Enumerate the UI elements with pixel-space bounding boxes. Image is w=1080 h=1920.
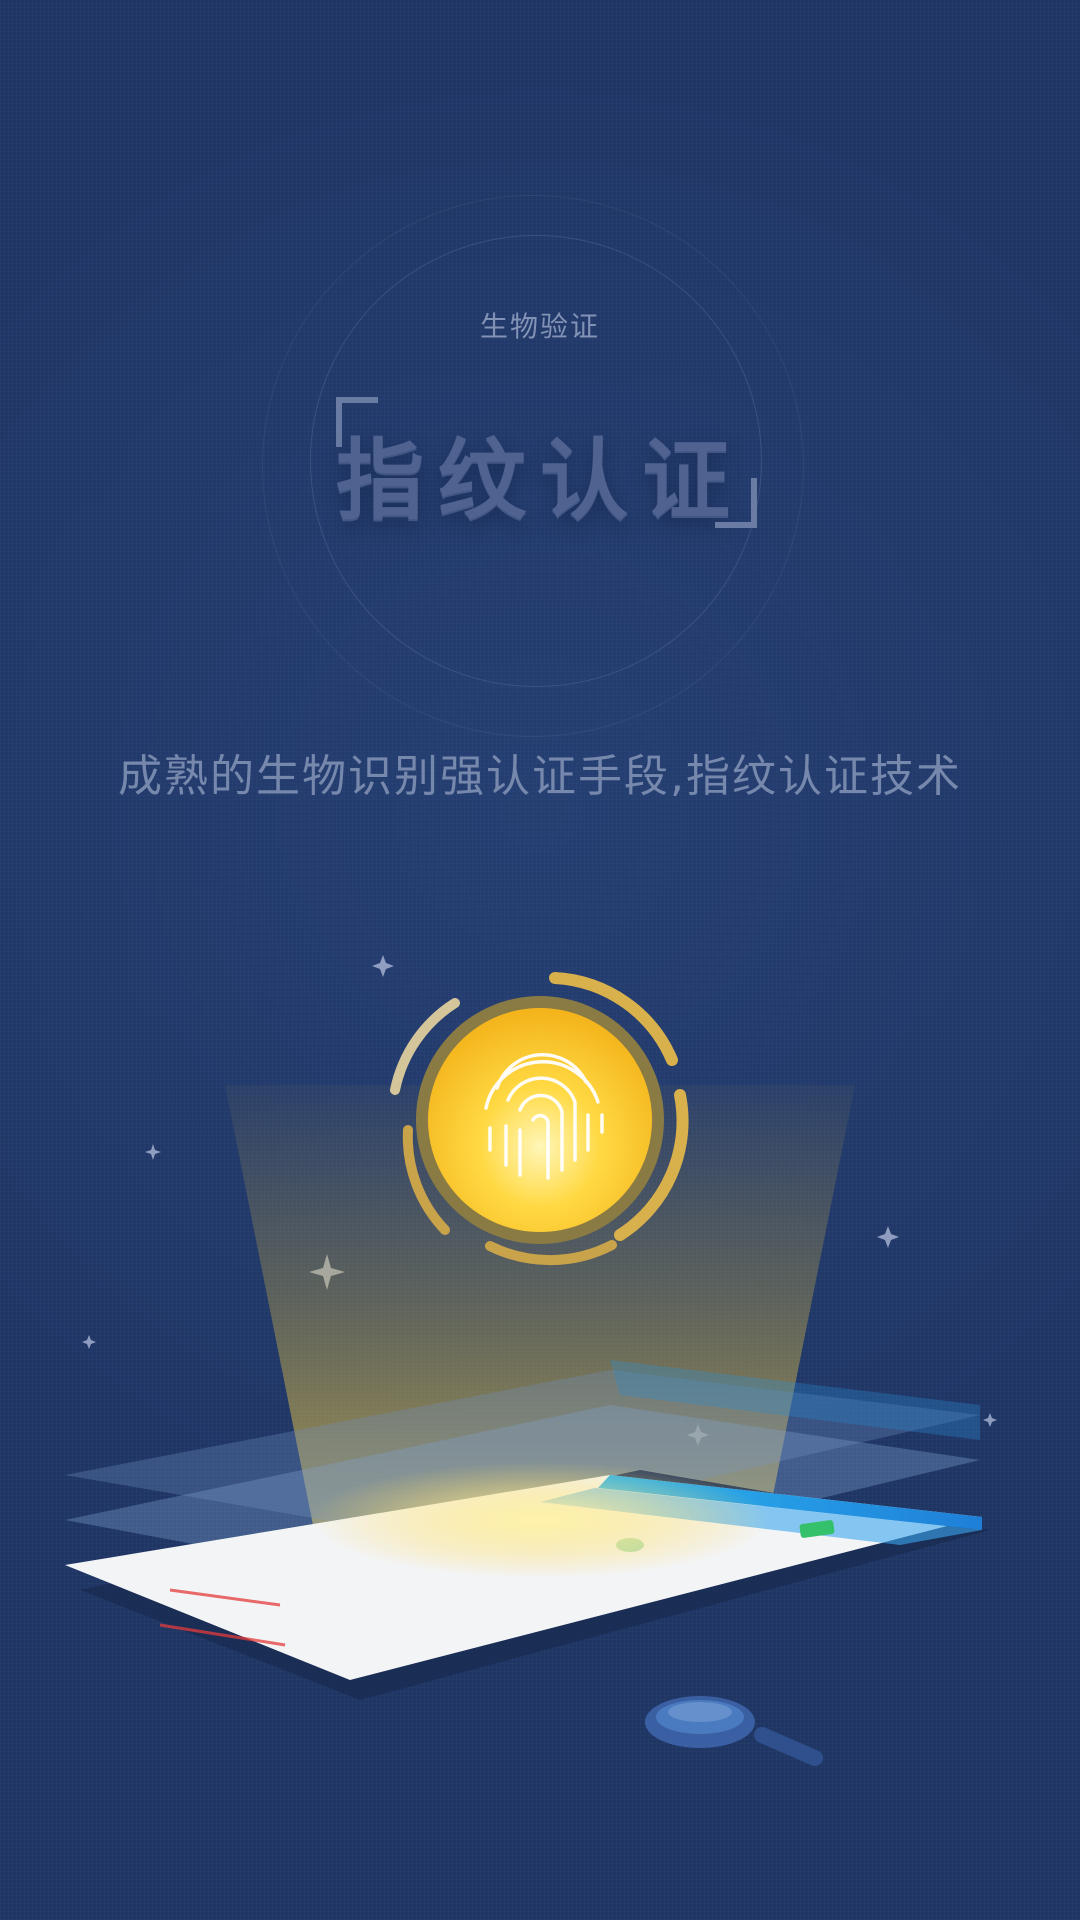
page-title: 指纹认证 [335,429,744,532]
fingerprint-icon [390,972,689,1266]
splash-screen: 生物验证 指纹认证 成熟的生物识别强认证手段,指纹认证技术 [0,0,1080,1920]
magnifier-icon [645,1696,823,1766]
section-subtitle: 生物验证 [479,310,600,343]
feature-tagline: 成熟的生物识别强认证手段,指纹认证技术 [118,751,962,802]
right-corner-bracket [715,478,757,528]
fingerprint-illustration [65,955,997,1766]
